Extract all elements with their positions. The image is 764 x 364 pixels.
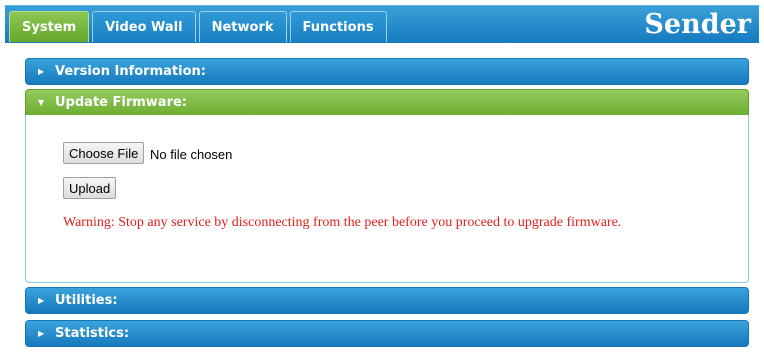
upload-button[interactable]: Upload [63,177,117,199]
section-version-information-header[interactable]: ▶ Version Information: [25,58,749,85]
section-title: Version Information: [55,64,206,79]
section-update-firmware-header[interactable]: ▼ Update Firmware: [25,89,749,116]
firmware-warning-text: Warning: Stop any service by disconnecti… [63,215,622,230]
tab-list: System Video Wall Network Functions [9,11,390,42]
section-title: Utilities: [55,293,118,308]
caret-right-icon: ▶ [38,329,45,338]
section-title: Statistics: [55,326,130,341]
section-statistics-header[interactable]: ▶ Statistics: [25,320,749,347]
tab-network[interactable]: Network [198,11,287,42]
caret-right-icon: ▶ [38,296,45,305]
choose-file-button[interactable]: Choose File [63,142,145,164]
caret-right-icon: ▶ [38,67,45,76]
device-role-title: Sender [644,9,751,40]
section-title: Update Firmware: [55,95,187,110]
tab-functions[interactable]: Functions [289,11,387,42]
section-utilities-header[interactable]: ▶ Utilities: [25,287,749,314]
caret-down-icon: ▼ [38,98,45,107]
top-nav-bar: System Video Wall Network Functions Send… [5,5,759,43]
tab-system[interactable]: System [9,11,90,42]
file-status-text: No file chosen [150,147,233,162]
tab-video-wall[interactable]: Video Wall [92,11,196,42]
update-firmware-panel: Choose File No file chosen Upload Warnin… [25,115,749,283]
